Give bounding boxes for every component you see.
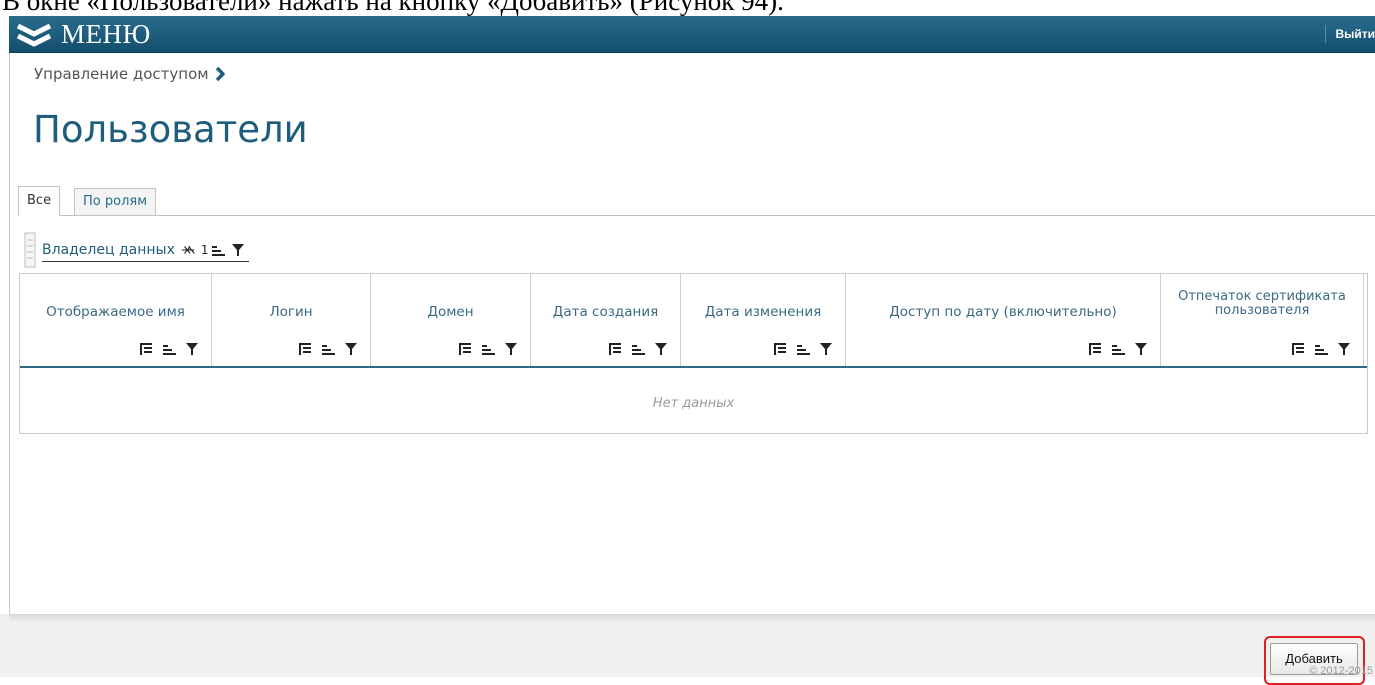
main-panel: Управление доступом Пользователи Все По … — [9, 53, 1375, 614]
empty-message: Нет данных — [652, 396, 735, 411]
column-tools — [608, 342, 668, 356]
double-chevron-down-icon — [15, 20, 55, 50]
sort-icon[interactable] — [1111, 342, 1125, 356]
logout-link[interactable]: Выйти — [1325, 25, 1375, 43]
sort-icon[interactable] — [162, 342, 176, 356]
panel-shadow — [9, 614, 1375, 622]
column-tools — [298, 342, 358, 356]
chevron-right-icon — [215, 66, 225, 82]
column-label: Доступ по дату (включительно) — [889, 304, 1117, 320]
column-login[interactable]: Логин — [212, 274, 371, 366]
group-by-icon[interactable] — [608, 342, 622, 356]
filter-icon[interactable] — [231, 243, 245, 257]
sort-icon[interactable] — [481, 342, 495, 356]
breadcrumb: Управление доступом — [34, 65, 225, 83]
footer — [0, 614, 1375, 677]
filter-icon[interactable] — [1134, 342, 1148, 356]
filter-icon[interactable] — [344, 342, 358, 356]
sort-icon[interactable] — [211, 243, 225, 257]
sort-icon[interactable] — [321, 342, 335, 356]
group-chip-data-owner[interactable]: Владелец данных 1 — [42, 238, 249, 262]
sort-icon[interactable] — [1314, 342, 1328, 356]
group-by-icon[interactable] — [1088, 342, 1102, 356]
column-display-name[interactable]: Отображаемое имя — [20, 274, 212, 366]
filter-icon[interactable] — [185, 342, 199, 356]
filter-icon[interactable] — [504, 342, 518, 356]
column-label: Отпечаток сертификата пользователя — [1178, 290, 1346, 318]
tab-all[interactable]: Все — [18, 186, 61, 216]
sort-index: 1 — [200, 242, 209, 257]
document-caption: В окне «Пользователи» нажать на кнопку «… — [2, 0, 784, 16]
group-by-icon[interactable] — [458, 342, 472, 356]
top-bar: МЕНЮ Выйти — [9, 16, 1375, 53]
column-label: Отображаемое имя — [46, 304, 185, 320]
column-created-date[interactable]: Дата создания — [531, 274, 681, 366]
group-chip-tools: 1 — [181, 243, 245, 257]
group-by-icon[interactable] — [298, 342, 312, 356]
tabs-divider — [18, 215, 1375, 216]
grid-header: Отображаемое имя Логин Домен Дата создан… — [20, 274, 1367, 368]
column-label: Домен — [427, 304, 474, 320]
copyright: © 2012-2015 — [1309, 665, 1373, 677]
column-tools — [773, 342, 833, 356]
sort-icon[interactable] — [631, 342, 645, 356]
column-label: Дата создания — [552, 304, 659, 320]
ungroup-icon[interactable] — [181, 243, 195, 257]
filter-icon[interactable] — [819, 342, 833, 356]
group-by-icon[interactable] — [773, 342, 787, 356]
column-tools — [139, 342, 199, 356]
group-by-icon[interactable] — [139, 342, 153, 356]
column-tools — [1291, 342, 1351, 356]
sort-icon[interactable] — [796, 342, 810, 356]
column-tools — [458, 342, 518, 356]
column-tools — [1088, 342, 1148, 356]
column-domain[interactable]: Домен — [371, 274, 531, 366]
breadcrumb-item-access-control[interactable]: Управление доступом — [34, 65, 209, 83]
grouping-bar: Владелец данных 1 — [24, 232, 249, 268]
column-label: Логин — [269, 304, 313, 320]
group-panel-handle-icon[interactable] — [24, 232, 36, 268]
column-access-until[interactable]: Доступ по дату (включительно) — [846, 274, 1161, 366]
page-title: Пользователи — [33, 108, 308, 151]
filter-icon[interactable] — [654, 342, 668, 356]
column-label: Дата изменения — [704, 304, 822, 320]
menu-label: МЕНЮ — [61, 19, 151, 49]
filter-icon[interactable] — [1337, 342, 1351, 356]
column-certificate-thumbprint[interactable]: Отпечаток сертификата пользователя — [1161, 274, 1364, 366]
group-by-icon[interactable] — [1291, 342, 1305, 356]
menu-button[interactable]: МЕНЮ — [15, 18, 151, 51]
tab-by-roles[interactable]: По ролям — [74, 188, 157, 215]
column-modified-date[interactable]: Дата изменения — [681, 274, 846, 366]
users-grid: Отображаемое имя Логин Домен Дата создан… — [19, 273, 1368, 434]
group-chip-label: Владелец данных — [42, 241, 175, 258]
